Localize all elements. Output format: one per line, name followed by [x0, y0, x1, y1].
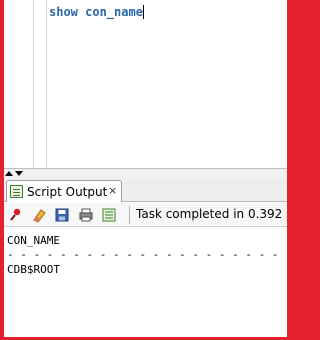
status-text: Task completed in 0.392 s	[136, 207, 287, 221]
gutter-divider	[46, 0, 47, 168]
script-output-pane[interactable]: CON_NAME - - - - - - - - - - - - - - - -…	[4, 228, 287, 337]
output-separator: - - - - - - - - - - - - - - - - - - - - …	[7, 248, 287, 261]
tab-script-output[interactable]: Script Output ×	[6, 180, 122, 202]
code-line[interactable]: show con_name	[49, 5, 144, 19]
close-icon[interactable]: ×	[108, 184, 117, 197]
print-icon[interactable]	[78, 207, 94, 223]
worksheet-window: show con_name Script Output × Task compl…	[4, 0, 287, 337]
output-tab-strip: Script Output ×	[4, 178, 287, 202]
collapse-down-icon[interactable]	[15, 171, 23, 176]
toolbar-divider	[129, 206, 130, 224]
output-toolbar: Task completed in 0.392 s	[4, 203, 287, 227]
script-output-icon	[10, 185, 23, 198]
panel-splitter[interactable]	[4, 168, 287, 178]
pin-icon[interactable]	[8, 207, 24, 223]
output-value: CDB$ROOT	[7, 263, 60, 276]
text-caret	[142, 5, 144, 19]
output-column-header: CON_NAME	[7, 234, 60, 247]
code-keyword: show	[49, 5, 78, 19]
collapse-up-icon[interactable]	[5, 171, 13, 176]
code-text: con_name	[77, 5, 143, 19]
export-icon[interactable]	[101, 207, 117, 223]
sql-editor[interactable]: show con_name	[4, 0, 287, 168]
save-icon[interactable]	[54, 207, 70, 223]
eraser-icon[interactable]	[31, 207, 47, 223]
tab-label: Script Output	[27, 185, 108, 199]
gutter-divider	[33, 0, 34, 168]
